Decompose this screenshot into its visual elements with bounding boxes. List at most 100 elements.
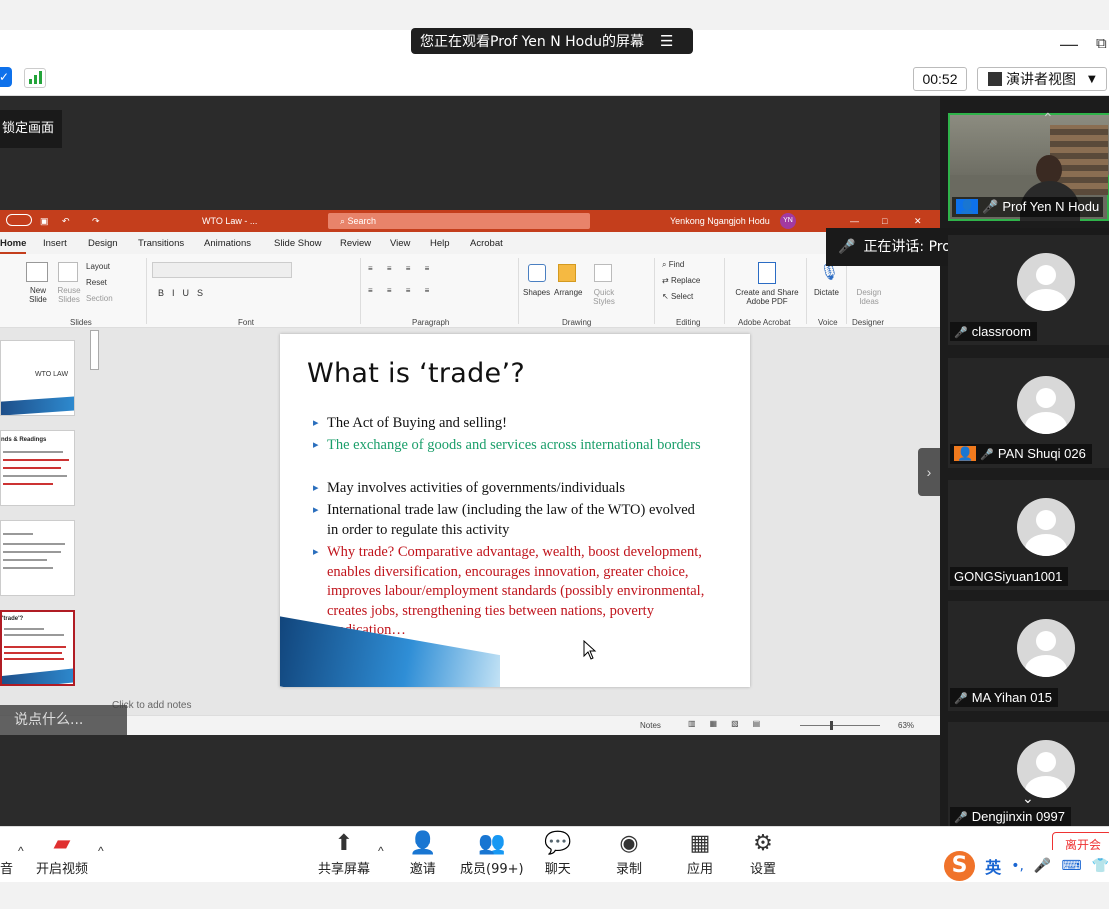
quick-styles-icon[interactable] (594, 264, 612, 282)
mic-on-icon: 🎤 (982, 199, 999, 214)
apps-button[interactable]: ▦ 应用 (687, 830, 713, 880)
ppt-user-avatar[interactable]: YN (780, 213, 796, 229)
current-slide[interactable]: What is ‘trade’? The Act of Buying and s… (280, 334, 750, 687)
participant-tile[interactable]: 👤 🎤 PAN Shuqi 026 (948, 358, 1109, 468)
slide-bullet: The exchange of goods and services acros… (313, 436, 707, 456)
participants-button[interactable]: 👥 成员(99+) (460, 830, 524, 880)
shapes-button[interactable]: Shapes (523, 288, 550, 297)
design-ideas-button[interactable]: Design Ideas (852, 288, 886, 306)
font-name-select[interactable] (152, 262, 292, 278)
ppt-search-box[interactable]: ⌕ Search (328, 213, 590, 229)
tab-insert[interactable]: Insert (43, 238, 67, 249)
find-button[interactable]: ⌕ Find (662, 260, 684, 270)
quick-styles-button[interactable]: Quick Styles (590, 288, 618, 306)
create-share-pdf-button[interactable]: Create and Share Adobe PDF (732, 288, 802, 306)
autosave-toggle-icon[interactable] (6, 214, 32, 226)
replace-button[interactable]: ⇄ Replace (662, 276, 700, 285)
zoom-slider-handle[interactable] (830, 721, 833, 730)
active-speaker-name-tag: 👤 🎤 Prof Yen N Hodu (952, 197, 1104, 217)
tab-help[interactable]: Help (430, 238, 450, 249)
section-button[interactable]: Section (86, 294, 113, 303)
slide-thumbnail-2[interactable]: nds & Readings (0, 430, 75, 506)
start-video-button[interactable]: ▰ 开启视频 (36, 830, 88, 880)
gallery-collapse-button[interactable]: › (918, 448, 940, 496)
thumbnails-scrollbar[interactable] (90, 330, 99, 370)
sogou-logo-icon[interactable]: S (944, 851, 976, 881)
arrange-button[interactable]: Arrange (554, 288, 582, 297)
audio-options-chevron-icon[interactable]: ^ (18, 844, 24, 858)
layout-button[interactable]: Layout (86, 262, 110, 271)
adobe-pdf-icon[interactable] (758, 262, 776, 284)
save-icon[interactable]: ▣ (40, 216, 49, 227)
punctuation-icon[interactable]: •, (1011, 858, 1024, 874)
slide-thumbnail-1[interactable]: WTO LAW (0, 340, 75, 416)
ppt-minimize-icon[interactable]: — (850, 216, 859, 226)
ime-language-toggle[interactable]: 英 (985, 854, 1001, 878)
reuse-slides-icon[interactable] (58, 262, 78, 282)
participant-tile[interactable]: 🎤 classroom (948, 235, 1109, 345)
active-speaker-tile[interactable]: 👤 🎤 Prof Yen N Hodu (948, 113, 1109, 221)
share-screen-button[interactable]: ⬆ 共享屏幕 (318, 830, 370, 880)
minimize-icon[interactable]: — (1060, 34, 1078, 55)
video-options-chevron-icon[interactable]: ^ (98, 844, 104, 858)
tab-animations[interactable]: Animations (204, 238, 251, 249)
invite-button[interactable]: 👤 邀请 (409, 830, 436, 880)
gallery-scroll-up-icon[interactable]: ⌃ (1042, 110, 1054, 127)
restore-icon[interactable]: ⧉ (1096, 35, 1107, 52)
paragraph-list-buttons[interactable]: ≡ ≡ ≡ ≡ (368, 264, 435, 273)
tab-review[interactable]: Review (340, 238, 371, 249)
new-slide-icon[interactable] (26, 262, 48, 282)
notes-toggle-button[interactable]: Notes (640, 721, 661, 730)
settings-button[interactable]: ⚙ 设置 (750, 830, 776, 880)
top-strip (0, 0, 1109, 30)
redo-icon[interactable]: ↷ (92, 216, 100, 227)
tab-slide-show[interactable]: Slide Show (274, 238, 322, 249)
tab-home[interactable]: Home (0, 238, 27, 254)
reuse-slides-button[interactable]: Reuse Slides (56, 286, 82, 304)
share-options-chevron-icon[interactable]: ^ (378, 844, 384, 858)
tab-transitions[interactable]: Transitions (138, 238, 184, 249)
slide-thumbnail-3[interactable] (0, 520, 75, 596)
chevron-down-icon: ▼ (1088, 73, 1096, 85)
tab-design[interactable]: Design (88, 238, 118, 249)
shapes-icon[interactable] (528, 264, 546, 282)
voice-input-icon[interactable]: 🎤 (1034, 858, 1051, 874)
participant-tile[interactable]: GONGSiyuan1001 (948, 480, 1109, 590)
signal-icon[interactable] (24, 68, 46, 88)
keyboard-icon[interactable]: ⌨ (1061, 858, 1081, 874)
lock-screen-tip[interactable]: 锁定画面 (0, 110, 62, 148)
undo-icon[interactable]: ↶ (62, 216, 70, 227)
slide-bullet: Why trade? Comparative advantage, wealth… (313, 543, 707, 641)
meeting-timer: 00:52 (913, 67, 967, 91)
new-slide-button[interactable]: New Slide (24, 286, 52, 304)
menu-icon[interactable]: ☰ (660, 32, 673, 50)
participant-tile[interactable]: ⌄ 🎤 Dengjinxin 0997 (948, 722, 1109, 826)
participant-tile[interactable]: 🎤 MA Yihan 015 (948, 601, 1109, 711)
select-button[interactable]: ↖ Select (662, 292, 693, 301)
arrange-icon[interactable] (558, 264, 576, 282)
tab-view[interactable]: View (390, 238, 410, 249)
notes-pane[interactable]: Click to add notes (86, 697, 940, 715)
chat-input-prompt[interactable]: 说点什么... (0, 705, 127, 735)
screen-share-banner[interactable]: 您正在观看Prof Yen N Hodu的屏幕 ☰ (411, 28, 693, 54)
dictate-button[interactable]: Dictate (814, 288, 839, 297)
ppt-close-icon[interactable]: ✕ (914, 216, 922, 227)
ppt-maximize-icon[interactable]: □ (882, 216, 887, 226)
tab-acrobat[interactable]: Acrobat (470, 238, 503, 249)
gallery-scroll-down-icon[interactable]: ⌄ (1022, 790, 1034, 807)
reset-button[interactable]: Reset (86, 278, 107, 287)
view-mode-icons[interactable]: ▥▦▧▤ (688, 719, 774, 728)
record-label: 录制 (616, 862, 643, 877)
paragraph-align-buttons[interactable]: ≡ ≡ ≡ ≡ (368, 286, 435, 295)
ime-menu-icon[interactable]: 👕 (1092, 858, 1109, 874)
participant-name: MA Yihan 015 (971, 690, 1052, 705)
audio-button[interactable]: 音 (0, 830, 13, 880)
chat-button[interactable]: 💬 聊天 (544, 830, 571, 880)
slide-thumbnail-4-selected[interactable]: 'trade'? (0, 610, 75, 686)
ribbon-divider (518, 258, 519, 324)
zoom-slider[interactable] (800, 725, 880, 726)
font-format-buttons[interactable]: BIUS (158, 288, 211, 298)
shield-icon[interactable]: ✓ (0, 67, 12, 87)
record-button[interactable]: ◉ 录制 (616, 830, 642, 880)
speaker-view-button[interactable]: 演讲者视图 ▼ (977, 67, 1107, 91)
